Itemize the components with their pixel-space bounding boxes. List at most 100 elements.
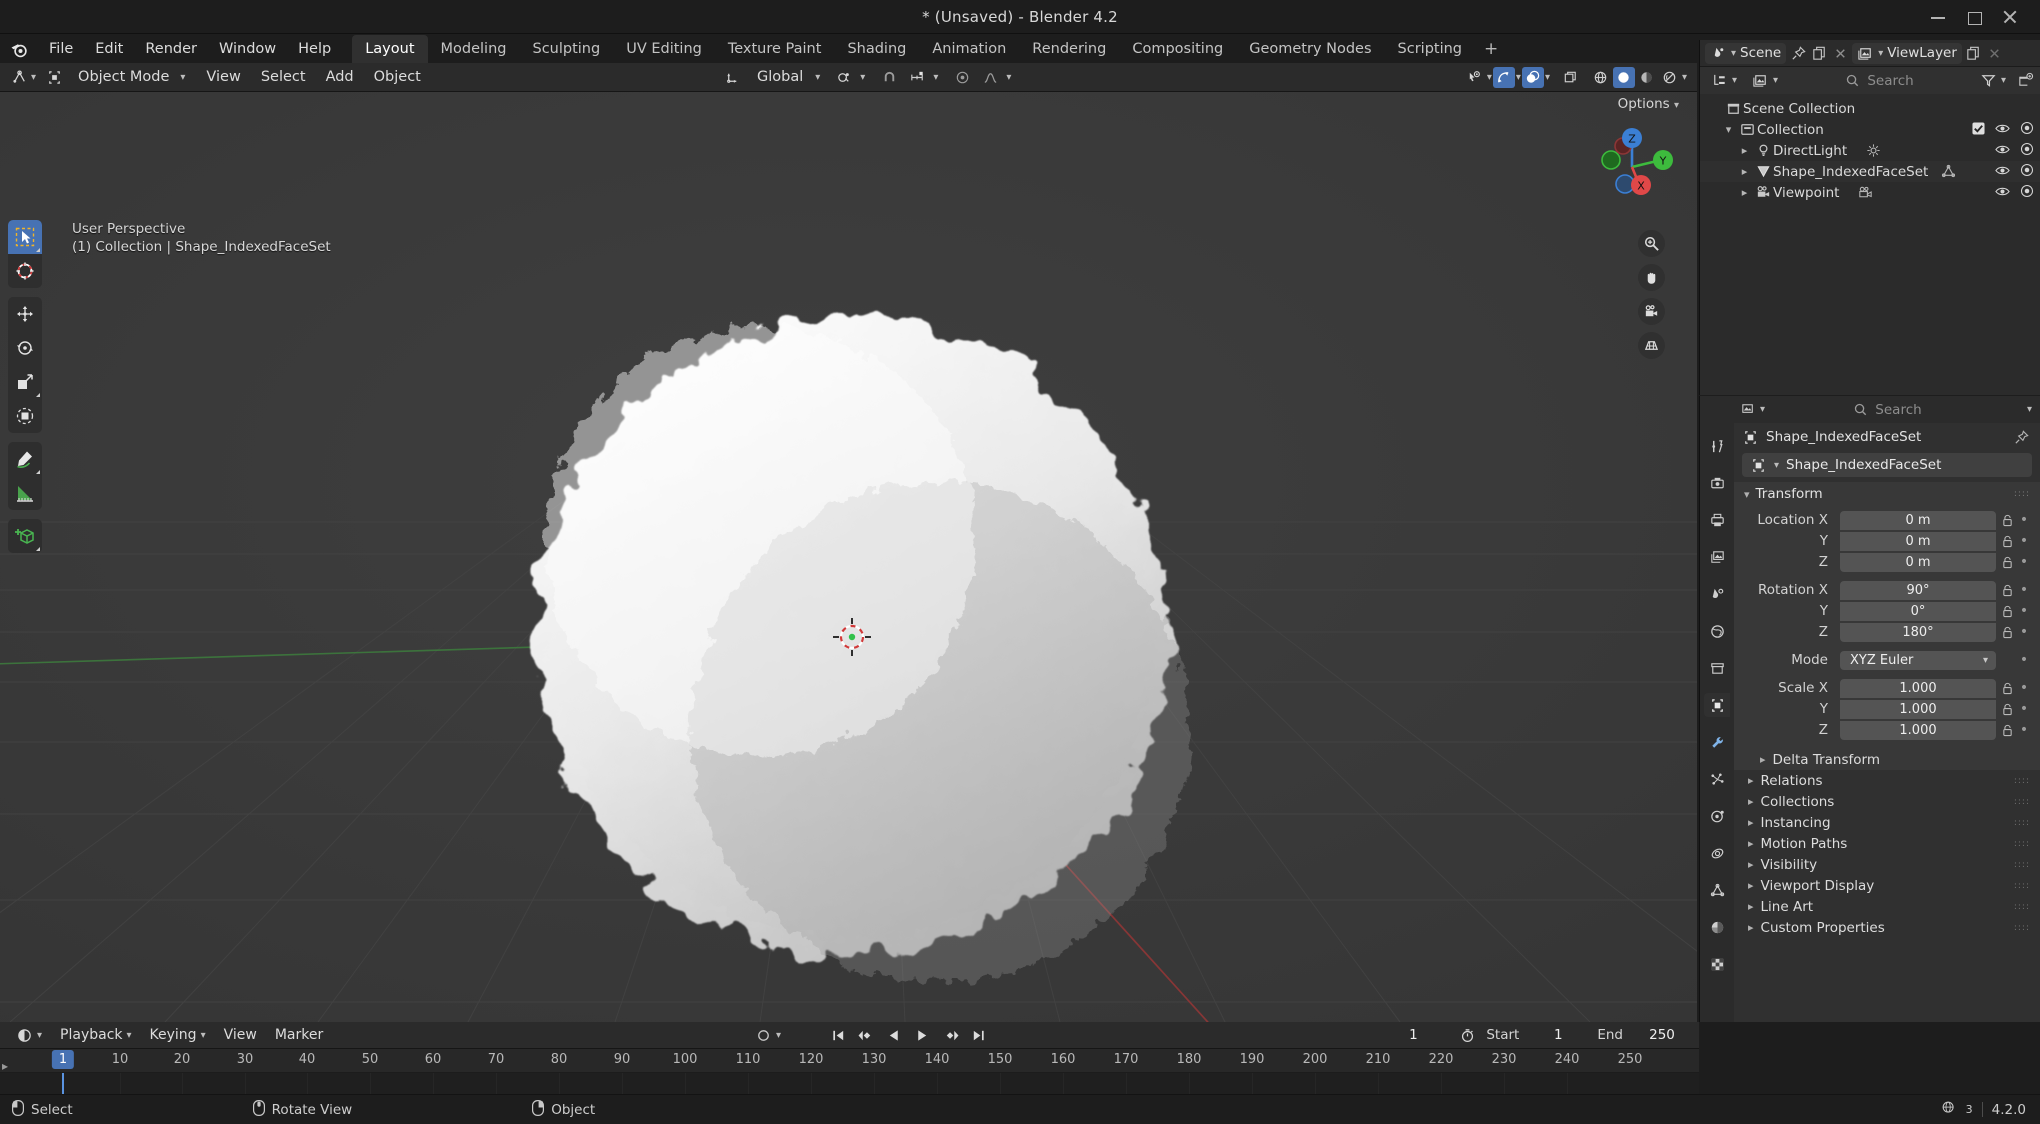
lock-icon-rotation-y[interactable] [2000, 603, 2014, 619]
scene-selector[interactable]: ▾ Scene [1705, 42, 1787, 64]
pin-properties-icon[interactable] [2013, 428, 2030, 446]
timeline-current-frame-indicator[interactable]: 1 [51, 1050, 75, 1069]
stopwatch-icon[interactable] [1456, 1027, 1478, 1044]
workspace-tab-modeling[interactable]: Modeling [428, 35, 520, 63]
timeline-ruler[interactable]: ▸ 1 10 20 30 40 50 60 70 80 90 100 110 1… [0, 1049, 1699, 1073]
overlays-chevron-down-icon[interactable]: ▾ [1545, 72, 1550, 83]
outliner-search-input[interactable]: Search [1788, 72, 1970, 89]
jump-prev-keyframe-button[interactable] [857, 1026, 875, 1044]
properties-tab-physics[interactable] [1704, 804, 1730, 828]
properties-tab-collection[interactable] [1704, 656, 1730, 680]
eye-icon-shape[interactable] [1995, 164, 2010, 181]
panel-collections[interactable]: ▸ Collections :::: [1734, 791, 2040, 812]
interaction-mode-dropdown[interactable]: Object Mode [69, 67, 178, 87]
workspace-tab-texture-paint[interactable]: Texture Paint [715, 35, 835, 63]
properties-tab-constraints[interactable] [1704, 841, 1730, 865]
blender-logo-icon[interactable] [6, 36, 32, 62]
show-gizmo-button[interactable] [1492, 66, 1515, 88]
play-reverse-button[interactable] [885, 1026, 903, 1044]
animate-dot-location-y[interactable]: • [2018, 534, 2030, 548]
workspace-tab-compositing[interactable]: Compositing [1119, 35, 1236, 63]
viewport-menu-object[interactable]: Object [365, 67, 430, 87]
animate-dot-location-x[interactable]: • [2018, 513, 2030, 527]
properties-options-chevron-down-icon[interactable]: ▾ [2027, 404, 2032, 415]
properties-tab-texture[interactable] [1704, 952, 1730, 976]
panel-line-art[interactable]: ▸ Line Art :::: [1734, 896, 2040, 917]
properties-tab-material[interactable] [1704, 915, 1730, 939]
unlink-scene-icon[interactable] [1831, 44, 1849, 62]
lock-icon-scale-x[interactable] [2000, 680, 2014, 696]
pin-scene-icon[interactable] [1789, 44, 1807, 62]
workspace-tab-animation[interactable]: Animation [919, 35, 1019, 63]
gizmo-chevron-down-icon[interactable]: ▾ [1516, 72, 1521, 83]
eye-icon-collection[interactable] [1995, 122, 2010, 139]
panel-motion-paths[interactable]: ▸ Motion Paths :::: [1734, 833, 2040, 854]
workspace-tab-geometry-nodes[interactable]: Geometry Nodes [1236, 35, 1384, 63]
panel-relations[interactable]: ▸ Relations :::: [1734, 770, 2040, 791]
camera-view-icon[interactable] [1638, 298, 1665, 325]
lock-icon-scale-z[interactable] [2000, 722, 2014, 738]
eye-icon-viewpoint[interactable] [1995, 185, 2010, 202]
timeline-sidebar-toggle-icon[interactable]: ▸ [2, 1059, 8, 1073]
shading-rendered-button[interactable] [1659, 67, 1681, 88]
animate-dot-scale-y[interactable]: • [2018, 702, 2030, 716]
chevron-right-icon-directlight[interactable]: ▸ [1736, 142, 1753, 159]
rotation-x-field[interactable]: 90° [1840, 580, 1996, 600]
xray-toggle-button[interactable] [1560, 67, 1582, 88]
properties-tab-modifier[interactable] [1704, 730, 1730, 754]
start-frame-field[interactable]: 1 [1527, 1025, 1589, 1046]
properties-tab-data[interactable] [1704, 878, 1730, 902]
location-x-field[interactable]: 0 m [1840, 510, 1996, 530]
panel-instancing[interactable]: ▸ Instancing :::: [1734, 812, 2040, 833]
properties-tab-tool[interactable] [1704, 434, 1730, 458]
shading-solid-button[interactable] [1612, 66, 1635, 88]
tool-move[interactable] [8, 297, 42, 331]
end-frame-field[interactable]: 250 [1631, 1025, 1693, 1046]
jump-next-keyframe-button[interactable] [941, 1026, 959, 1044]
camera-render-icon-viewpoint[interactable] [2020, 184, 2034, 202]
timeline-menu-marker[interactable]: Marker [267, 1025, 331, 1045]
timeline-menu-keying[interactable]: Keying ▾ [142, 1025, 214, 1045]
panel-delta-transform[interactable]: ▸ Delta Transform [1734, 749, 2040, 770]
new-viewlayer-icon[interactable] [1965, 44, 1983, 62]
timeline-menu-playback[interactable]: Playback ▾ [52, 1025, 140, 1045]
lock-icon-location-z[interactable] [2000, 554, 2014, 570]
rotation-mode-dropdown[interactable]: XYZ Euler ▾ [1840, 650, 1996, 670]
chevron-down-icon-collection[interactable]: ▾ [1720, 121, 1737, 138]
add-workspace-button[interactable]: + [1475, 37, 1507, 61]
chevron-right-icon-viewpoint[interactable]: ▸ [1736, 184, 1753, 201]
editor-type-3dview-icon[interactable]: ▾ [8, 67, 40, 88]
properties-tab-render[interactable] [1704, 471, 1730, 495]
show-overlays-button[interactable] [1521, 66, 1544, 88]
tool-scale[interactable] [8, 365, 42, 399]
light-data-icon[interactable] [1863, 142, 1883, 159]
viewlayer-selector[interactable]: ▾ ViewLayer [1852, 42, 1962, 64]
animate-dot-location-z[interactable]: • [2018, 555, 2030, 569]
shading-material-preview-button[interactable] [1636, 67, 1658, 88]
properties-tab-object[interactable] [1704, 693, 1730, 717]
panel-custom-properties[interactable]: ▸ Custom Properties :::: [1734, 917, 2040, 938]
workspace-tab-scripting[interactable]: Scripting [1385, 35, 1475, 63]
viewport-options-dropdown[interactable]: Options ▾ [1618, 96, 1679, 112]
viewport-3d[interactable]: User Perspective (1) Collection | Shape_… [0, 92, 1697, 1022]
workspace-tab-rendering[interactable]: Rendering [1019, 35, 1119, 63]
pan-hand-icon[interactable] [1638, 264, 1665, 291]
tool-add-cube[interactable] [8, 519, 42, 553]
outliner-scene-filter-icon[interactable]: ▾ [1747, 70, 1783, 91]
eye-icon-directlight[interactable] [1995, 143, 2010, 160]
proportional-falloff-icon[interactable] [978, 67, 1003, 88]
autokey-chevron-down-icon[interactable]: ▾ [776, 1030, 781, 1041]
properties-tab-viewlayer[interactable] [1704, 545, 1730, 569]
panel-visibility[interactable]: ▸ Visibility :::: [1734, 854, 2040, 875]
location-y-field[interactable]: 0 m [1840, 531, 1996, 551]
animate-dot-rotation-y[interactable]: • [2018, 604, 2030, 618]
mesh-data-icon[interactable] [1938, 163, 1958, 180]
scale-x-field[interactable]: 1.000 [1840, 678, 1996, 698]
viewport-menu-add[interactable]: Add [317, 67, 363, 87]
animate-dot-rotation-z[interactable]: • [2018, 625, 2030, 639]
current-frame-field[interactable]: 1 [1370, 1025, 1456, 1046]
properties-tab-output[interactable] [1704, 508, 1730, 532]
menu-render[interactable]: Render [134, 37, 208, 61]
rotation-y-field[interactable]: 0° [1840, 601, 1996, 621]
toggle-ortho-icon[interactable] [1638, 332, 1665, 359]
